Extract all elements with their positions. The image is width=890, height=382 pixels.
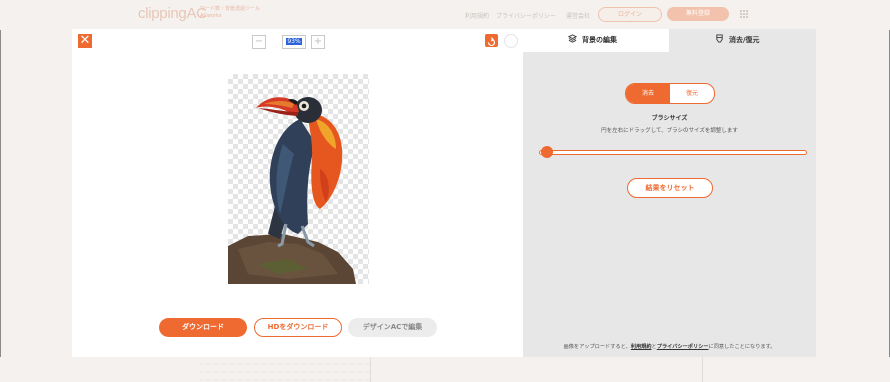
tab-erase-restore[interactable]: 消去/復元 [669,29,816,52]
privacy-link[interactable]: プライバシーポリシー [657,344,709,350]
toucan-image [228,97,356,284]
mode-erase-button[interactable]: 消去 [626,84,670,103]
terms-suffix: に同意したことになります。 [708,344,776,350]
page-background [0,357,890,382]
rotate-icon[interactable] [485,34,498,47]
login-button[interactable]: ログイン [598,7,662,22]
register-button[interactable]: 無料登録 [667,7,729,21]
download-button[interactable]: ダウンロード [159,318,247,337]
redo-icon[interactable] [504,34,518,48]
terms-notice: 画像をアップロードすると、利用規約とプライバシーポリシーに同意したことになります… [523,343,816,350]
grid-menu-icon[interactable] [740,10,749,19]
terms-link[interactable]: 利用規約 [631,344,652,350]
layers-icon [568,34,577,43]
nav-terms[interactable]: 利用規約 [465,11,489,20]
reset-result-button[interactable]: 結果をリセット [627,178,713,198]
settings-panel: 背景の編集 消去/復元 消去 復元 ブラシサイズ 円を左右にドラッグして、ブラシ… [523,29,816,357]
mode-toggle: 消去 復元 [625,83,715,104]
logo-tagline: ワード数・背景透過ツール ACworks [200,6,266,19]
image-canvas[interactable] [228,74,369,284]
brush-size-label: ブラシサイズ [651,115,688,122]
tab-erase-restore-label: 消去/復元 [729,36,760,44]
terms-prefix: 画像をアップロードすると、 [563,344,631,350]
divider [702,357,703,382]
nav-company[interactable]: 運営会社 [566,11,590,20]
mode-restore-button[interactable]: 復元 [670,84,714,103]
tab-background-label: 背景の編集 [582,36,617,44]
zoom-input[interactable]: 93% [282,35,306,49]
zoom-in-button[interactable]: + [311,35,325,49]
edit-in-designac-button[interactable]: デザインACで編集 [348,318,437,337]
brush-size-handle[interactable] [541,146,554,158]
site-header: clippingAC ワード数・背景透過ツール ACworks 利用規約 プライ… [0,0,890,30]
divider [370,357,371,382]
site-logo[interactable]: clippingAC [138,5,207,22]
background-pattern [200,357,370,382]
tab-background-edit[interactable]: 背景の編集 [523,29,669,52]
close-icon[interactable]: ✕ [78,34,92,48]
editor-modal: ✕ − 93% + ダウンロード HDをダウンロード デザインACで編集 背景の… [72,29,816,357]
zoom-value-text: 93% [286,38,302,45]
eraser-icon [716,34,723,43]
preview-pane: ✕ − 93% + ダウンロード HDをダウンロード デザインACで編集 [72,29,523,357]
brush-size-slider[interactable] [539,150,807,155]
nav-privacy[interactable]: プライバシーポリシー [496,11,556,20]
zoom-out-button[interactable]: − [252,35,266,49]
hd-download-button[interactable]: HDをダウンロード [254,318,342,337]
brush-size-description: 円を左右にドラッグして、ブラシのサイズを調整します [601,128,738,134]
